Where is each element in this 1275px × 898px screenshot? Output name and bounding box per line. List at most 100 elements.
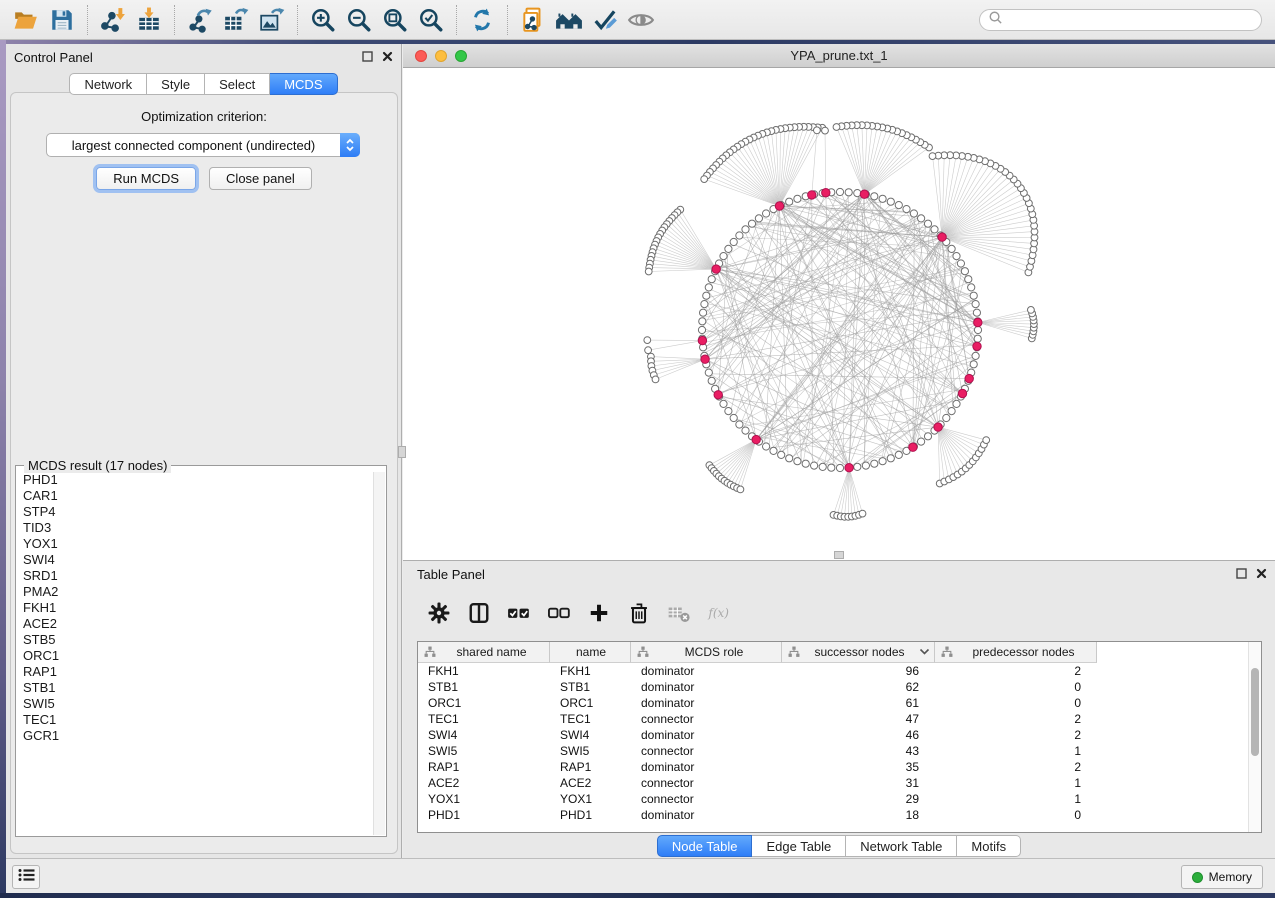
graphics-details-eye-icon[interactable] bbox=[623, 3, 659, 37]
toolbar-separator bbox=[456, 5, 457, 35]
ring-node bbox=[708, 276, 715, 283]
column-header-name[interactable]: name bbox=[550, 642, 631, 663]
annotation-pen-icon[interactable] bbox=[587, 3, 623, 37]
mcds-hub-node bbox=[775, 202, 783, 210]
tab-mcds[interactable]: MCDS bbox=[270, 73, 337, 95]
list-item[interactable]: CAR1 bbox=[23, 488, 373, 504]
table-row[interactable]: ORC1ORC1dominator610 bbox=[418, 695, 1248, 711]
list-item[interactable]: GCR1 bbox=[23, 728, 373, 744]
list-item[interactable]: STB5 bbox=[23, 632, 373, 648]
criterion-select[interactable]: largest connected component (undirected) bbox=[46, 133, 360, 157]
import-table-icon[interactable] bbox=[131, 3, 167, 37]
network-canvas[interactable] bbox=[403, 68, 1275, 560]
table-panel: Table Panel f(x) shared namenameMCDS rol… bbox=[403, 560, 1275, 858]
run-mcds-button[interactable]: Run MCDS bbox=[96, 167, 196, 190]
search-input[interactable] bbox=[1003, 12, 1253, 28]
list-item[interactable]: YOX1 bbox=[23, 536, 373, 552]
list-item[interactable]: SWI5 bbox=[23, 696, 373, 712]
ring-node bbox=[703, 292, 710, 299]
export-image-icon[interactable] bbox=[254, 3, 290, 37]
close-panel-button[interactable]: Close panel bbox=[209, 167, 312, 190]
column-header-successor_nodes[interactable]: successor nodes bbox=[782, 642, 935, 663]
tab-network-table[interactable]: Network Table bbox=[846, 835, 957, 857]
ring-node bbox=[903, 206, 910, 213]
clear-table-icon bbox=[667, 601, 691, 625]
ring-node bbox=[895, 202, 902, 209]
horizontal-splitter-handle[interactable] bbox=[834, 551, 844, 559]
houses-icon[interactable] bbox=[551, 3, 587, 37]
export-table-icon[interactable] bbox=[218, 3, 254, 37]
list-item[interactable]: PHD1 bbox=[23, 472, 373, 488]
table-row[interactable]: TEC1TEC1connector472 bbox=[418, 711, 1248, 727]
table-row[interactable]: SWI5SWI5connector431 bbox=[418, 743, 1248, 759]
memory-button[interactable]: Memory bbox=[1181, 865, 1263, 889]
table-row[interactable]: STB1STB1dominator620 bbox=[418, 679, 1248, 695]
list-item[interactable]: ORC1 bbox=[23, 648, 373, 664]
float-icon[interactable] bbox=[1236, 566, 1247, 584]
table-settings-gear-icon[interactable] bbox=[427, 601, 451, 625]
ring-node bbox=[862, 462, 869, 469]
list-item[interactable]: STP4 bbox=[23, 504, 373, 520]
close-icon[interactable] bbox=[382, 49, 393, 67]
list-item[interactable]: FKH1 bbox=[23, 600, 373, 616]
import-network-icon[interactable] bbox=[95, 3, 131, 37]
tab-style[interactable]: Style bbox=[147, 73, 205, 95]
table-row[interactable]: FKH1FKH1dominator962 bbox=[418, 663, 1248, 679]
column-header-predecessor_nodes[interactable]: predecessor nodes bbox=[935, 642, 1097, 663]
table-row[interactable]: YOX1YOX1connector291 bbox=[418, 791, 1248, 807]
add-column-icon[interactable] bbox=[587, 601, 611, 625]
deselect-all-rows-icon[interactable] bbox=[547, 601, 571, 625]
zoom-selected-icon[interactable] bbox=[413, 3, 449, 37]
list-item[interactable]: SWI4 bbox=[23, 552, 373, 568]
table-row[interactable]: SWI4SWI4dominator462 bbox=[418, 727, 1248, 743]
list-item[interactable]: RAP1 bbox=[23, 664, 373, 680]
zoom-out-icon[interactable] bbox=[341, 3, 377, 37]
vertical-splitter-handle[interactable] bbox=[398, 446, 406, 458]
show-columns-icon[interactable] bbox=[467, 601, 491, 625]
list-item[interactable]: SRD1 bbox=[23, 568, 373, 584]
leaf-node bbox=[983, 437, 990, 444]
column-header-label: successor nodes bbox=[802, 645, 917, 659]
apply-layout-icon[interactable] bbox=[464, 3, 500, 37]
table-row[interactable]: RAP1RAP1dominator352 bbox=[418, 759, 1248, 775]
close-icon[interactable] bbox=[1256, 566, 1267, 584]
mcds-hub-node bbox=[752, 435, 760, 443]
zoom-fit-icon[interactable] bbox=[377, 3, 413, 37]
ring-node bbox=[879, 458, 886, 465]
save-session-icon[interactable] bbox=[44, 3, 80, 37]
table-row[interactable]: ACE2ACE2connector311 bbox=[418, 775, 1248, 791]
mcds-result-scrollbar[interactable] bbox=[373, 472, 385, 835]
leaf-node bbox=[645, 268, 652, 275]
select-all-rows-icon[interactable] bbox=[507, 601, 531, 625]
column-header-mcds_role[interactable]: MCDS role bbox=[631, 642, 782, 663]
tab-node-table[interactable]: Node Table bbox=[657, 835, 753, 857]
cell-successor_nodes: 47 bbox=[782, 712, 935, 726]
search-box[interactable] bbox=[979, 9, 1262, 31]
list-item[interactable]: TID3 bbox=[23, 520, 373, 536]
list-item[interactable]: TEC1 bbox=[23, 712, 373, 728]
svg-text:f(x): f(x) bbox=[707, 606, 729, 620]
delete-columns-icon[interactable] bbox=[627, 601, 651, 625]
export-network-icon[interactable] bbox=[182, 3, 218, 37]
tab-edge-table[interactable]: Edge Table bbox=[752, 835, 846, 857]
ring-node bbox=[887, 455, 894, 462]
open-file-icon[interactable] bbox=[8, 3, 44, 37]
table-row[interactable]: PHD1PHD1dominator180 bbox=[418, 807, 1248, 823]
node-table-scrollbar[interactable] bbox=[1248, 642, 1261, 832]
list-item[interactable]: ACE2 bbox=[23, 616, 373, 632]
status-menu-button[interactable] bbox=[12, 865, 40, 889]
float-icon[interactable] bbox=[362, 49, 373, 67]
cell-mcds_role: connector bbox=[631, 744, 782, 758]
tab-motifs[interactable]: Motifs bbox=[957, 835, 1021, 857]
cell-successor_nodes: 96 bbox=[782, 664, 935, 678]
scrollbar-thumb[interactable] bbox=[1251, 668, 1259, 756]
list-item[interactable]: PMA2 bbox=[23, 584, 373, 600]
tab-select[interactable]: Select bbox=[205, 73, 270, 95]
sort-desc-icon[interactable] bbox=[919, 648, 930, 656]
network-document-icon[interactable] bbox=[515, 3, 551, 37]
column-header-shared_name[interactable]: shared name bbox=[418, 642, 550, 663]
zoom-in-icon[interactable] bbox=[305, 3, 341, 37]
leaf-node bbox=[822, 127, 829, 134]
list-item[interactable]: STB1 bbox=[23, 680, 373, 696]
tab-network[interactable]: Network bbox=[69, 73, 147, 95]
